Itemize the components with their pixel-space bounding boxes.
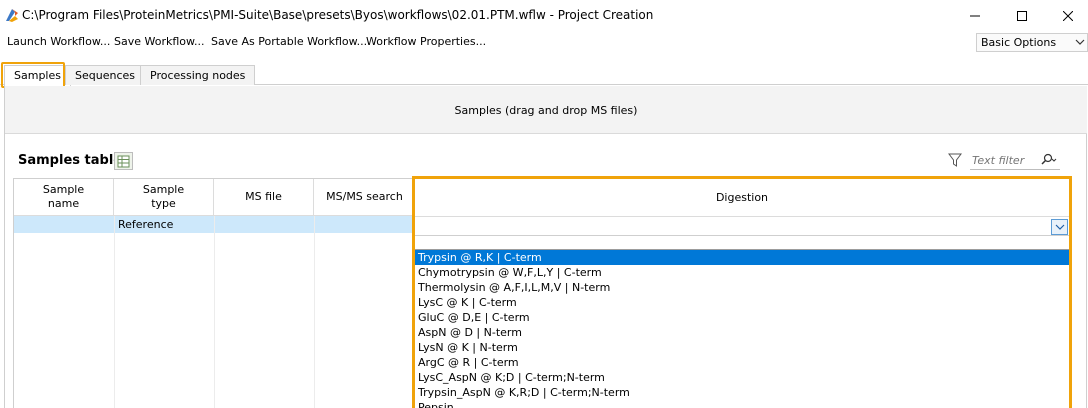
digestion-option[interactable]: Trypsin @ R,K | C-term	[415, 250, 1069, 265]
app-icon	[6, 9, 18, 22]
samples-table: Sample name Sample type MS file MS/MS se…	[13, 178, 416, 408]
title-bar: C:\Program Files\ProteinMetrics\PMI-Suit…	[0, 0, 1088, 31]
table-row[interactable]: Reference	[14, 216, 416, 233]
minimize-button[interactable]	[952, 0, 998, 31]
column-divider	[114, 216, 115, 408]
save-portable-workflow-menu[interactable]: Save As Portable Workflow...	[211, 35, 367, 48]
column-header-digestion[interactable]: Digestion	[415, 179, 1069, 217]
workflow-properties-menu[interactable]: Workflow Properties...	[366, 35, 486, 48]
ms-file-dropzone[interactable]: Samples (drag and drop MS files)	[5, 86, 1087, 134]
export-table-button[interactable]	[114, 152, 133, 170]
tab-samples[interactable]: Samples	[4, 65, 71, 86]
minimize-icon	[970, 15, 980, 16]
window-title: C:\Program Files\ProteinMetrics\PMI-Suit…	[22, 8, 654, 22]
column-header-msms-search[interactable]: MS/MS search	[314, 179, 416, 216]
dropzone-label: Samples (drag and drop MS files)	[454, 104, 638, 117]
samples-table-title: Samples table	[18, 153, 123, 168]
digestion-option[interactable]: LysC @ K | C-term	[415, 295, 1069, 310]
options-dropdown-value: Basic Options	[981, 36, 1057, 49]
tab-strip: Samples Sequences Processing nodes	[0, 55, 1088, 86]
column-header-label: MS file	[245, 190, 282, 203]
chevron-down-icon	[1075, 39, 1085, 45]
sample-type-cell[interactable]: Reference	[118, 218, 173, 231]
column-header-ms-file[interactable]: MS file	[214, 179, 314, 216]
digestion-dropdown-button[interactable]	[1051, 219, 1068, 235]
maximize-button[interactable]	[999, 0, 1045, 31]
digestion-combobox[interactable]	[415, 217, 1069, 236]
text-filter-field[interactable]	[970, 152, 1060, 170]
launch-workflow-menu[interactable]: Launch Workflow...	[7, 35, 110, 48]
digestion-option[interactable]: GluC @ D,E | C-term	[415, 310, 1069, 325]
digestion-column: Digestion Trypsin @ R,K | C-term Chymotry…	[412, 176, 1072, 408]
tab-processing-nodes[interactable]: Processing nodes	[140, 65, 256, 85]
search-icon[interactable]	[1040, 153, 1058, 167]
column-divider	[314, 216, 315, 408]
close-icon	[1063, 10, 1073, 21]
digestion-option[interactable]: LysC_AspN @ K;D | C-term;N-term	[415, 370, 1069, 385]
maximize-icon	[1017, 10, 1027, 21]
text-filter-input[interactable]	[972, 154, 1036, 167]
column-header-label: Sample name	[42, 183, 85, 210]
column-header-sample-name[interactable]: Sample name	[14, 179, 114, 216]
digestion-option[interactable]: LysN @ K | N-term	[415, 340, 1069, 355]
column-header-label: Sample type	[142, 183, 185, 210]
menu-bar: Launch Workflow... Save Workflow... Save…	[0, 31, 1088, 53]
digestion-option[interactable]: Chymotrypsin @ W,F,L,Y | C-term	[415, 265, 1069, 280]
chevron-down-icon	[1055, 224, 1064, 230]
digestion-option[interactable]: Trypsin_AspN @ K,R;D | C-term;N-term	[415, 385, 1069, 400]
column-divider	[214, 216, 215, 408]
column-header-label: MS/MS search	[326, 190, 403, 203]
options-dropdown[interactable]: Basic Options	[976, 33, 1088, 52]
digestion-options-list: Trypsin @ R,K | C-term Chymotrypsin @ W,F…	[415, 249, 1069, 408]
digestion-option[interactable]: Thermolysin @ A,F,I,L,M,V | N-term	[415, 280, 1069, 295]
digestion-header-label: Digestion	[715, 191, 769, 204]
digestion-option[interactable]: Pepsin	[415, 400, 1069, 408]
save-workflow-menu[interactable]: Save Workflow...	[114, 35, 205, 48]
digestion-option[interactable]: AspN @ D | N-term	[415, 325, 1069, 340]
digestion-option[interactable]: ArgC @ R | C-term	[415, 355, 1069, 370]
filter-icon[interactable]	[948, 153, 962, 168]
close-button[interactable]	[1045, 0, 1088, 31]
spreadsheet-icon	[117, 155, 130, 167]
tab-sequences[interactable]: Sequences	[65, 65, 145, 85]
column-header-sample-type[interactable]: Sample type	[114, 179, 214, 216]
